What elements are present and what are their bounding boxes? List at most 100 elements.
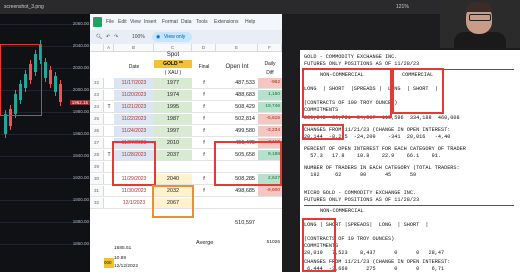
cell-open-int[interactable]: 499,580 — [216, 126, 258, 136]
corner-cell[interactable] — [90, 44, 104, 52]
cell-spot[interactable] — [154, 162, 192, 172]
toolbar: 🔍︎ ↶ ↷ 100% ◉ View only — [90, 30, 282, 44]
row-number[interactable]: 31 — [90, 186, 104, 196]
row-number[interactable]: 23 — [90, 90, 104, 100]
cell-final[interactable]: f — [192, 90, 216, 100]
cell-spot[interactable]: 2040 — [154, 174, 192, 184]
row-number[interactable]: 28 — [90, 150, 104, 160]
col-header-c[interactable]: C — [154, 44, 192, 52]
cell-final[interactable]: f — [192, 138, 216, 148]
chart-highlight-box — [0, 44, 42, 116]
cell-flag[interactable] — [104, 90, 114, 100]
sheet-grid[interactable]: A B C D E F Spot GOLD ** ( XAU ) Date Fi… — [90, 44, 282, 272]
traders-values: 192 62 90 45 59 — [304, 172, 417, 178]
cell-daily-diff[interactable] — [258, 198, 282, 208]
cell-date[interactable]: 11/22/2023 — [114, 114, 154, 124]
cell-date[interactable]: 11/21/2023 — [114, 102, 154, 112]
row-number[interactable]: 27 — [90, 138, 104, 148]
cell-date[interactable]: 11/24/2023 — [114, 126, 154, 136]
cell-flag[interactable] — [104, 126, 114, 136]
cell-final[interactable]: f — [192, 150, 216, 160]
col-header-b[interactable]: B — [114, 44, 154, 52]
cell-daily-diff[interactable]: 1,150 — [258, 90, 282, 100]
window-zoom[interactable]: 121% — [396, 4, 409, 10]
window-filename: screenshot_3.png — [4, 4, 44, 10]
cell-spot[interactable]: 1995 — [154, 102, 192, 112]
cell-spot[interactable]: 1974 — [154, 90, 192, 100]
cell-spot[interactable]: 1997 — [154, 126, 192, 136]
menu-help[interactable]: Help — [245, 19, 255, 25]
cell-spot[interactable]: 2010 — [154, 138, 192, 148]
table-row[interactable]: 22 11/17/2023 1977 f 487,533 -962 — [90, 78, 282, 89]
undo-icon[interactable]: ↶ — [106, 34, 110, 40]
price-chart[interactable]: 2060.00 2040.00 2020.00 2000.00 1980.00 1960.… — [0, 14, 90, 272]
cell-daily-diff[interactable]: -962 — [258, 78, 282, 88]
menu-insert[interactable]: Insert — [144, 19, 157, 25]
menu-format[interactable]: Format — [162, 19, 178, 25]
row-number[interactable]: 32 — [90, 198, 104, 208]
col-header-d[interactable]: D — [192, 44, 216, 52]
cell-open-int[interactable]: 488,683 — [216, 90, 258, 100]
table-row[interactable]: 23 11/20/2023 1974 f 488,683 1,150 — [90, 90, 282, 101]
row-number[interactable]: 26 — [90, 126, 104, 136]
highlight-openint-box — [214, 141, 282, 186]
row-number[interactable]: 30 — [90, 174, 104, 184]
view-only-button[interactable]: ◉ View only — [152, 32, 192, 42]
cell-daily-diff[interactable]: -3,234 — [258, 126, 282, 136]
glasses-icon — [469, 14, 491, 21]
col-header-a[interactable]: A — [104, 44, 114, 52]
cell-spot[interactable]: 1987 — [154, 114, 192, 124]
cell-flag[interactable] — [104, 198, 114, 208]
current-price-tag: 1962.15 — [69, 100, 90, 105]
row-number[interactable]: 25 — [90, 114, 104, 124]
table-row[interactable]: 24 T 11/21/2023 1995 f 508,429 19,746 — [90, 102, 282, 113]
table-row[interactable]: 26 11/24/2023 1997 f 499,580 -3,234 — [90, 126, 282, 137]
cell-final[interactable]: f — [192, 186, 216, 196]
cell-final[interactable]: f — [192, 126, 216, 136]
cell-final[interactable]: f — [192, 174, 216, 184]
col-header-e[interactable]: E — [216, 44, 258, 52]
menu-file[interactable]: File — [106, 19, 114, 25]
cell-final[interactable] — [192, 162, 216, 172]
col-header-f[interactable]: F — [258, 44, 282, 52]
cell-flag[interactable] — [104, 186, 114, 196]
cell-final[interactable] — [192, 198, 216, 208]
price-axis-label: 2040.00 — [72, 43, 89, 48]
redo-icon[interactable]: ↷ — [114, 34, 118, 40]
cell-date[interactable]: 11/30/2023 — [114, 186, 154, 196]
cell-final[interactable]: f — [192, 114, 216, 124]
cell-flag[interactable]: T — [104, 102, 114, 112]
cell-open-int[interactable]: 502,814 — [216, 114, 258, 124]
row-number[interactable]: 24 — [90, 102, 104, 112]
menu-edit[interactable]: Edit — [118, 19, 127, 25]
menu-view[interactable]: View — [130, 19, 141, 25]
menu-tools[interactable]: Tools — [196, 19, 208, 25]
cell-open-int[interactable]: 508,429 — [216, 102, 258, 112]
cell-final[interactable]: f — [192, 102, 216, 112]
summary-cell-d: 000 — [104, 258, 114, 268]
menu-extensions[interactable]: Extensions — [214, 19, 238, 25]
row-number[interactable]: 29 — [90, 162, 104, 172]
cell-daily-diff[interactable]: 19,746 — [258, 102, 282, 112]
summary-cell-a: 1685.51 — [114, 246, 132, 251]
percent-label: PERCENT OF OPEN INTEREST FOR EACH CATEGO… — [304, 146, 466, 152]
cell-daily-diff[interactable]: -5,615 — [258, 114, 282, 124]
cell-open-int[interactable] — [216, 198, 258, 208]
table-row[interactable]: 25 11/22/2023 1987 f 502,814 -5,615 — [90, 114, 282, 125]
cell-open-int[interactable]: 487,533 — [216, 78, 258, 88]
cell-final[interactable]: f — [192, 78, 216, 88]
cell-date[interactable]: 11/20/2023 — [114, 90, 154, 100]
cell-flag[interactable] — [104, 114, 114, 124]
zoom-select[interactable]: 100% — [132, 34, 145, 40]
cell-date[interactable]: 11/17/2023 — [114, 78, 154, 88]
cell-daily-diff[interactable]: -9,600 — [258, 186, 282, 196]
row-number[interactable]: 22 — [90, 78, 104, 88]
spreadsheet-window: File Edit View Insert Format Data Tools … — [90, 14, 282, 272]
cell-date[interactable]: 12/1/2023 — [114, 198, 154, 208]
cell-spot[interactable]: 1977 — [154, 78, 192, 88]
cell-open-int[interactable]: 498,685 — [216, 186, 258, 196]
cell-spot[interactable]: 2037 — [154, 150, 192, 160]
cell-flag[interactable] — [104, 78, 114, 88]
search-icon[interactable]: 🔍︎ — [96, 34, 102, 40]
menu-data[interactable]: Data — [181, 19, 192, 25]
